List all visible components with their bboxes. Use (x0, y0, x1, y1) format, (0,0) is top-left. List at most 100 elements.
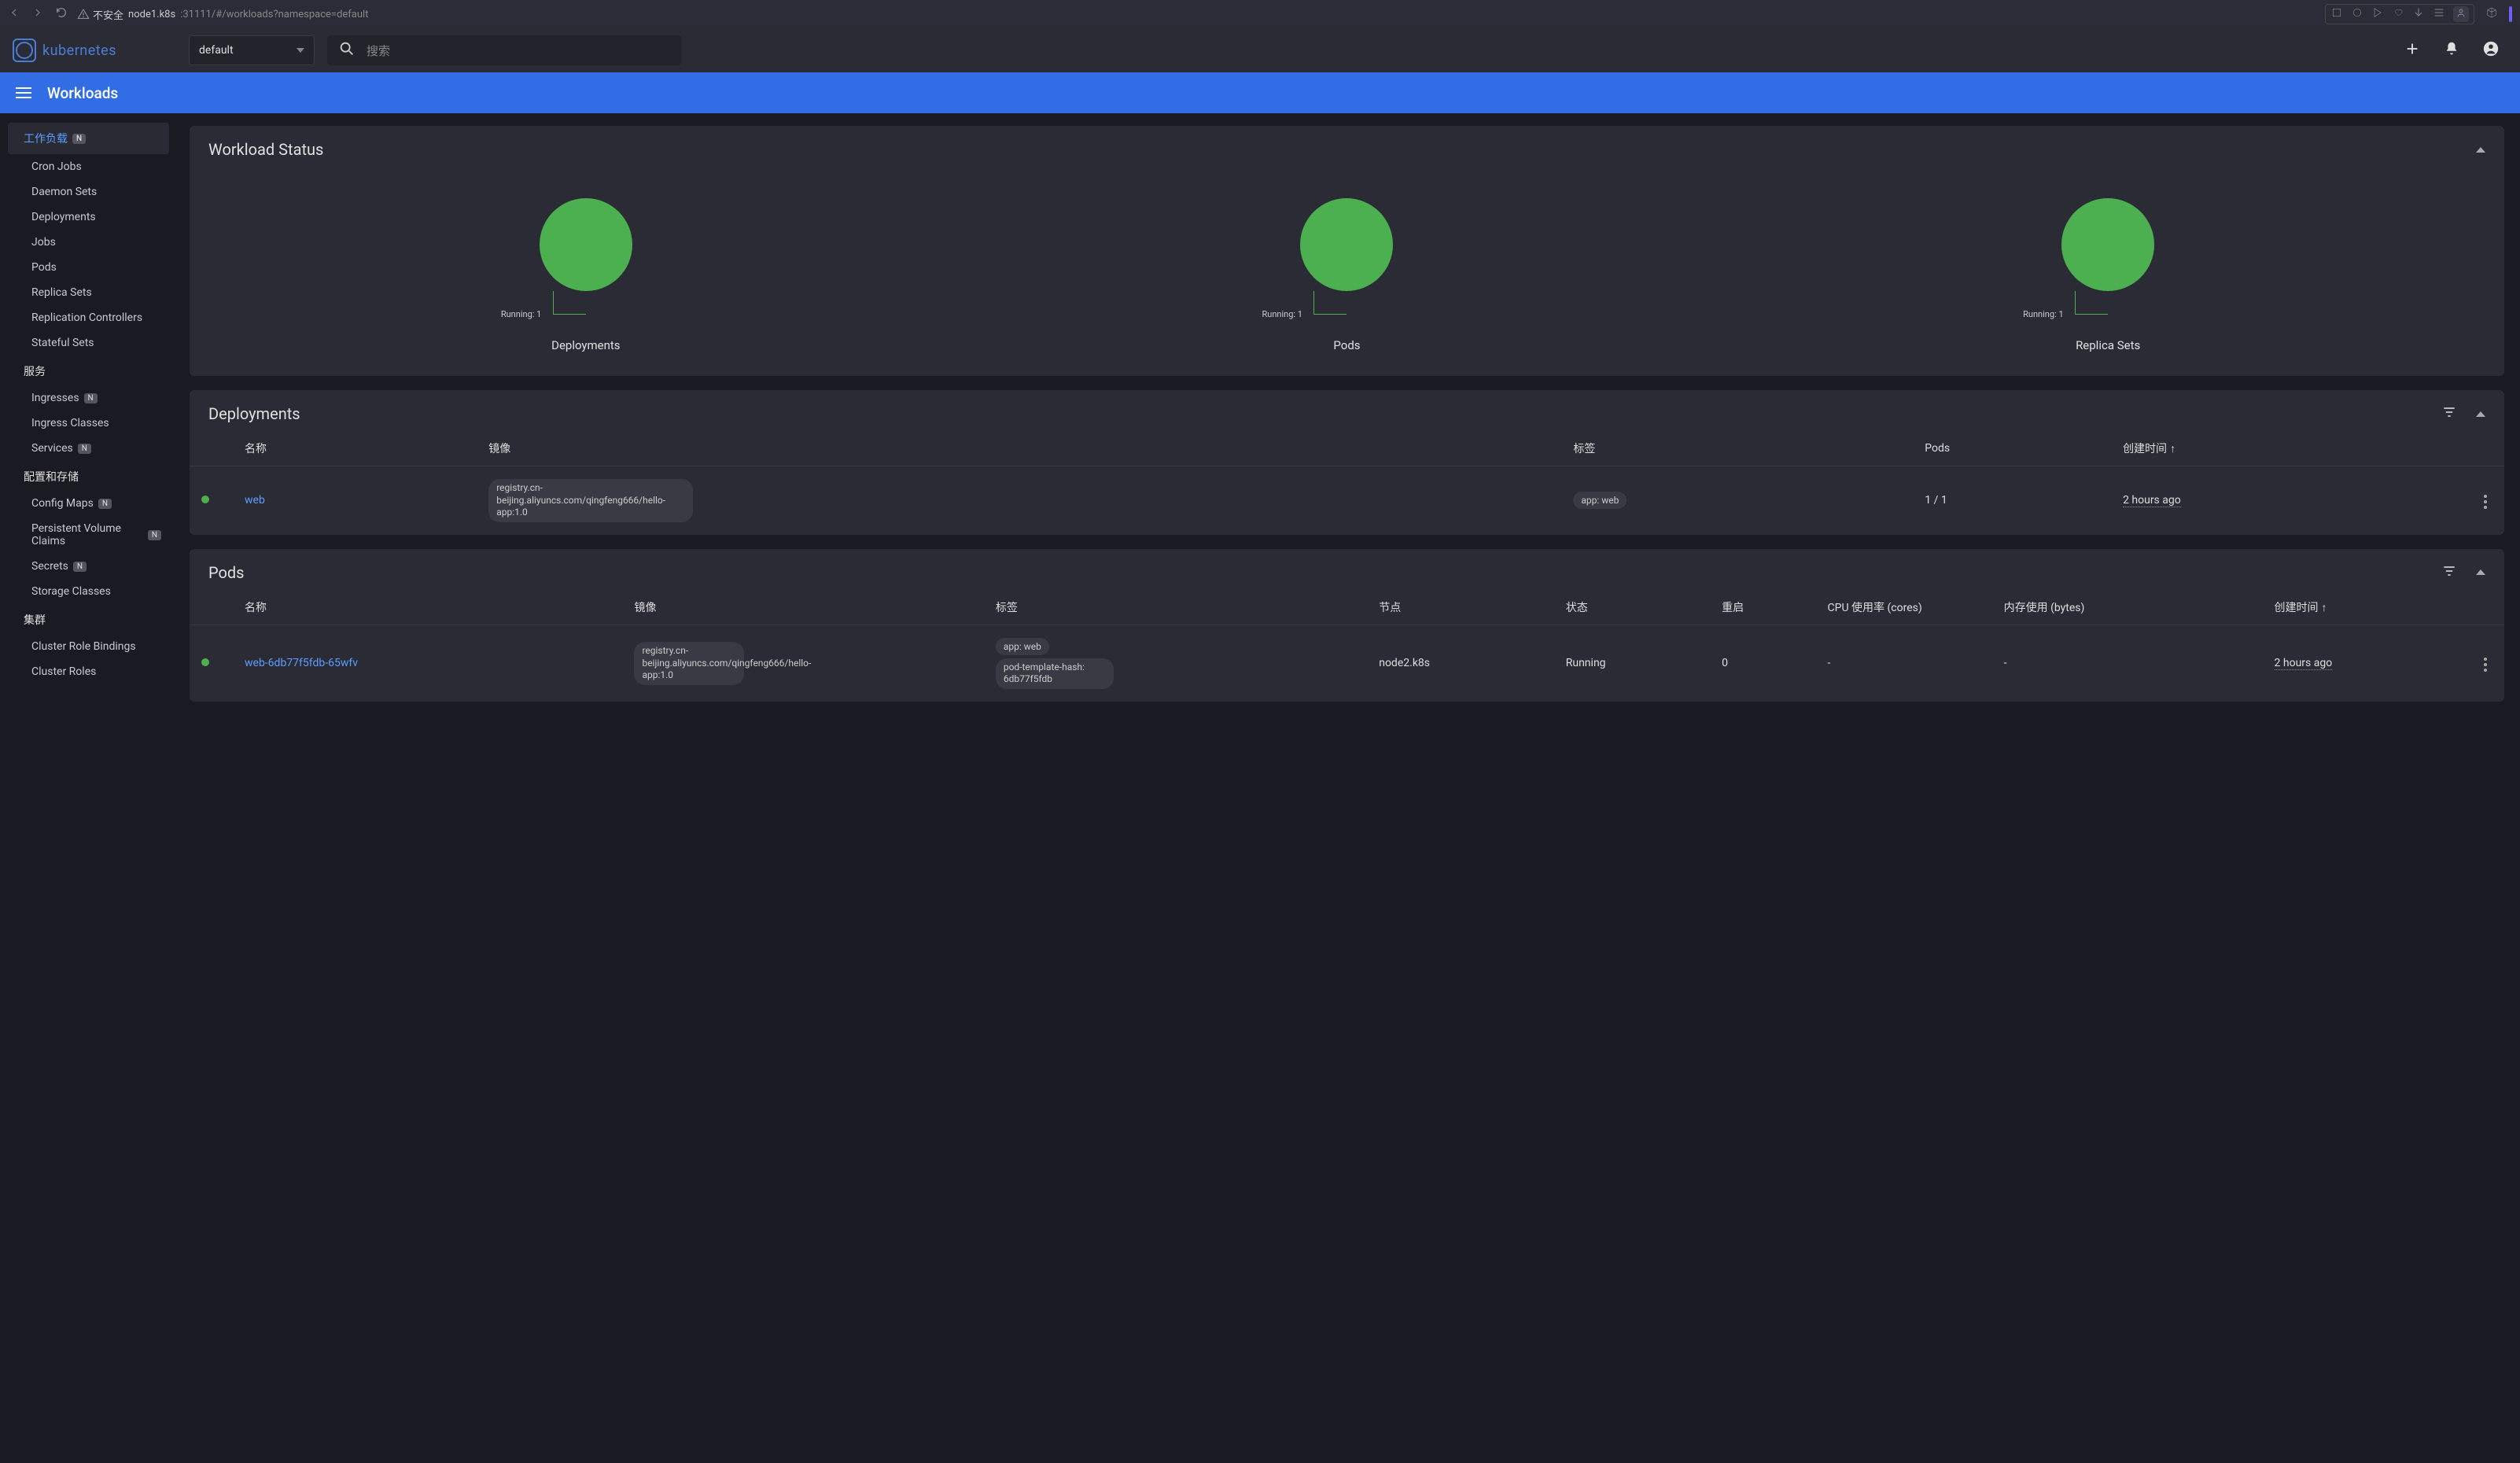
address-bar[interactable]: 不安全 node1.k8s:31111/#/workloads?namespac… (77, 7, 368, 22)
filter-icon[interactable] (2441, 404, 2457, 423)
status-dot-running (201, 658, 209, 666)
col-status[interactable]: 状态 (1558, 590, 1714, 625)
side-panel-indicator[interactable] (2509, 6, 2512, 22)
sidebar-item-pvc[interactable]: Persistent Volume ClaimsN (0, 516, 177, 554)
col-image[interactable]: 镜像 (481, 431, 1565, 466)
reload-icon[interactable] (55, 6, 68, 22)
sidebar-item-label: Replica Sets (31, 286, 92, 299)
sidebar-section-workloads[interactable]: 工作负载 N (8, 123, 169, 154)
ext-icon-6[interactable] (2433, 6, 2445, 22)
card-pods: Pods 名称 镜像 标签 节点 状态 重启 CPU 使用 (190, 549, 2504, 702)
sidebar-item-label: Daemon Sets (31, 186, 97, 198)
col-labels[interactable]: 标签 (988, 590, 1371, 625)
sidebar-item-label: Persistent Volume Claims (31, 522, 143, 547)
sidebar-item-storage-classes[interactable]: Storage Classes (0, 579, 177, 604)
browser-extension-icons (2325, 4, 2474, 24)
card-title: Workload Status (208, 140, 323, 159)
ext-icon-3[interactable] (2371, 6, 2384, 22)
sidebar-item-label: Cluster Role Bindings (31, 640, 136, 653)
sidebar-item-config-maps[interactable]: Config Maps N (0, 491, 177, 516)
chart-pods: Running: 1 Pods (1291, 198, 1402, 352)
filter-icon[interactable] (2441, 563, 2457, 582)
collapse-icon[interactable] (2476, 569, 2485, 575)
col-created[interactable]: 创建时间↑ (2115, 431, 2473, 466)
sidebar-section-label: 服务 (24, 363, 46, 379)
sidebar-item-cluster-role-bindings[interactable]: Cluster Role Bindings (0, 634, 177, 659)
ext-icon-1[interactable] (2330, 6, 2343, 22)
card-title: Deployments (208, 404, 300, 423)
notifications-icon[interactable] (2443, 40, 2460, 61)
ext-icon-5[interactable] (2412, 6, 2425, 22)
image-chip: registry.cn-beijing.aliyuncs.com/qingfen… (634, 642, 744, 685)
sidebar-item-stateful-sets[interactable]: Stateful Sets (0, 330, 177, 356)
collapse-icon[interactable] (2476, 411, 2485, 417)
collapse-icon[interactable] (2476, 147, 2485, 153)
col-mem[interactable]: 内存使用 (bytes) (1996, 590, 2267, 625)
sidebar-section-label: 配置和存储 (24, 469, 79, 485)
card-deployments: Deployments 名称 镜像 标签 Pods 创建时间↑ (190, 390, 2504, 535)
ext-icon-4[interactable] (2392, 6, 2404, 22)
status-dot-running (201, 496, 209, 503)
badge-icon: N (72, 134, 86, 144)
namespace-selected: default (199, 44, 234, 57)
col-cpu[interactable]: CPU 使用率 (cores) (1820, 590, 1996, 625)
sidebar-item-deployments[interactable]: Deployments (0, 205, 177, 230)
sidebar-item-ingresses[interactable]: IngressesN (0, 385, 177, 411)
sidebar-item-label: Cron Jobs (31, 160, 82, 173)
badge-icon: N (98, 499, 112, 509)
sidebar-section-services[interactable]: 服务 (0, 356, 177, 385)
sidebar-item-cron-jobs[interactable]: Cron Jobs (0, 154, 177, 179)
cube-icon[interactable] (2485, 6, 2498, 22)
ext-profile-icon[interactable] (2453, 6, 2469, 22)
card-title: Pods (208, 563, 245, 582)
sidebar-item-secrets[interactable]: SecretsN (0, 554, 177, 579)
chart-deployments: Running: 1 Deployments (531, 198, 641, 352)
pods-count: 1 / 1 (1917, 466, 2115, 535)
content-area: Workload Status Running: 1 Deployments (177, 113, 2520, 1463)
col-pods[interactable]: Pods (1917, 431, 2115, 466)
sidebar-item-services[interactable]: ServicesN (0, 436, 177, 461)
row-menu-icon[interactable] (2481, 654, 2490, 675)
browser-chrome: 不安全 node1.k8s:31111/#/workloads?namespac… (0, 0, 2520, 28)
logo[interactable]: kubernetes (13, 39, 116, 62)
pod-status: Running (1558, 625, 1714, 702)
table-row[interactable]: web-6db77f5fdb-65wfv registry.cn-beijing… (190, 625, 2504, 702)
sidebar-item-jobs[interactable]: Jobs (0, 230, 177, 255)
account-icon[interactable] (2482, 40, 2500, 61)
sidebar-item-label: Cluster Roles (31, 665, 96, 678)
menu-toggle-icon[interactable] (16, 87, 31, 98)
col-name[interactable]: 名称 (221, 590, 626, 625)
table-row[interactable]: web registry.cn-beijing.aliyuncs.com/qin… (190, 466, 2504, 535)
col-node[interactable]: 节点 (1371, 590, 1558, 625)
col-restarts[interactable]: 重启 (1714, 590, 1819, 625)
pod-link[interactable]: web-6db77f5fdb-65wfv (245, 657, 358, 669)
badge-icon: N (84, 393, 98, 404)
logo-text: kubernetes (42, 42, 116, 59)
ext-icon-2[interactable] (2351, 6, 2363, 22)
sidebar-item-label: Config Maps (31, 497, 94, 510)
sidebar-item-replication-controllers[interactable]: Replication Controllers (0, 305, 177, 330)
sidebar-item-label: Ingress Classes (31, 417, 109, 429)
sort-asc-icon: ↑ (2170, 442, 2176, 455)
back-icon[interactable] (8, 6, 20, 22)
page-title: Workloads (47, 84, 118, 102)
col-labels[interactable]: 标签 (1565, 431, 1917, 466)
col-image[interactable]: 镜像 (626, 590, 987, 625)
search-input[interactable]: 搜索 (327, 35, 681, 65)
forward-icon[interactable] (31, 6, 44, 22)
col-name[interactable]: 名称 (221, 431, 481, 466)
sidebar-item-pods[interactable]: Pods (0, 255, 177, 280)
chart-title: Pods (1333, 338, 1360, 352)
sidebar-item-ingress-classes[interactable]: Ingress Classes (0, 411, 177, 436)
sidebar-item-replica-sets[interactable]: Replica Sets (0, 280, 177, 305)
create-button[interactable] (2404, 40, 2421, 61)
sidebar-section-config[interactable]: 配置和存储 (0, 461, 177, 491)
col-created[interactable]: 创建时间↑ (2267, 590, 2473, 625)
sidebar-item-daemon-sets[interactable]: Daemon Sets (0, 179, 177, 205)
row-menu-icon[interactable] (2481, 492, 2490, 512)
sidebar-item-cluster-roles[interactable]: Cluster Roles (0, 659, 177, 684)
deployment-link[interactable]: web (245, 494, 265, 507)
url-host: node1.k8s (128, 9, 175, 20)
sidebar-section-cluster[interactable]: 集群 (0, 604, 177, 634)
namespace-select[interactable]: default (189, 35, 315, 65)
